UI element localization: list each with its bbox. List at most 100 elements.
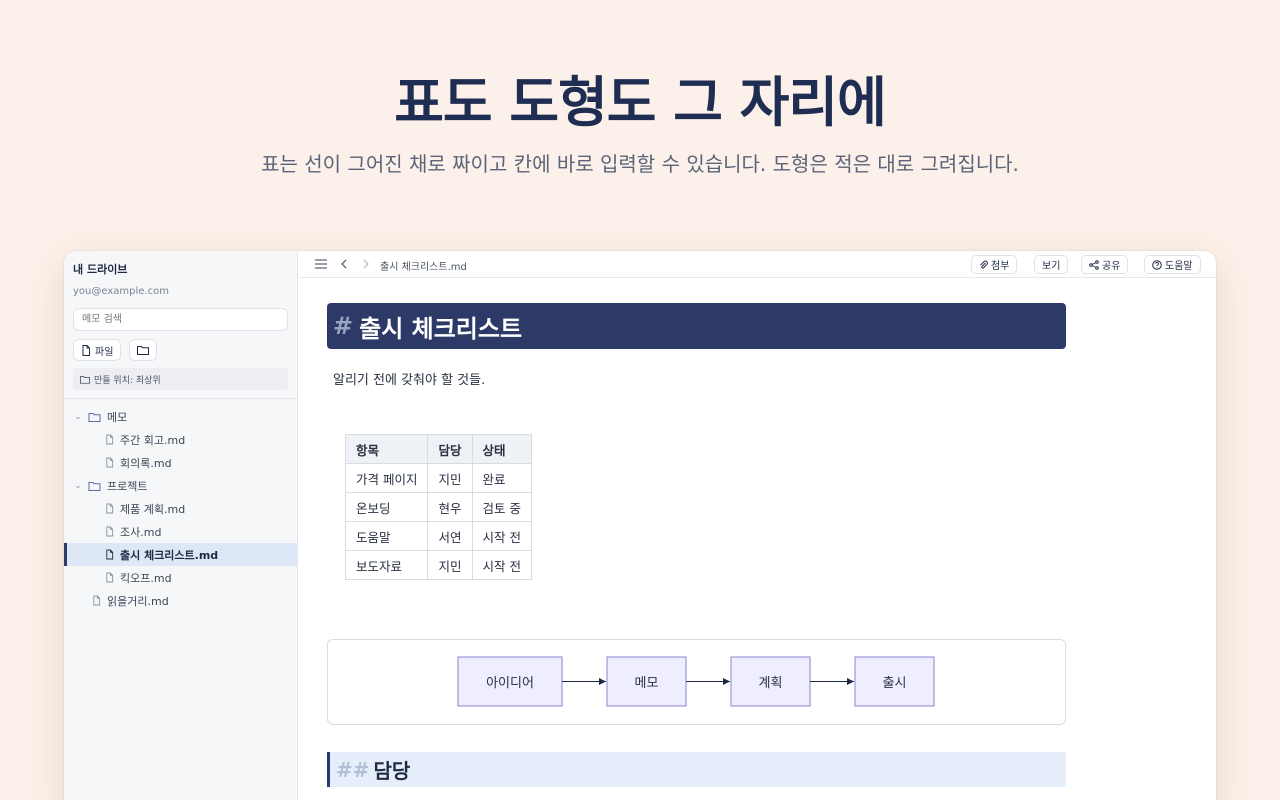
folder-icon	[88, 412, 101, 422]
create-location-label: 만들 위치: 최상위	[94, 375, 161, 386]
tree-item-label: 프로젝트	[107, 479, 148, 493]
new-file-label: 파일	[95, 346, 114, 358]
table-cell[interactable]: 온보딩	[344, 492, 429, 522]
hero-subtitle: 표는 선이 그어진 채로 짜이고 칸에 바로 입력할 수 있습니다. 도형은 적…	[261, 152, 1019, 176]
tree-file[interactable]: 킥오프.md	[64, 566, 298, 589]
heading-marker: #	[333, 312, 354, 340]
tree-file[interactable]: 회의록.md	[64, 451, 298, 474]
flow-node: 메모	[606, 656, 687, 707]
file-icon	[106, 572, 114, 583]
table-cell[interactable]: 보도자료	[344, 550, 429, 580]
table-cell[interactable]: 검토 중	[471, 492, 532, 522]
tree-item-label: 조사.md	[120, 525, 162, 539]
tree-file[interactable]: 주간 회고.md	[64, 428, 298, 451]
table-header-cell[interactable]: 상태	[471, 434, 532, 464]
breadcrumb: 출시 체크리스트.md	[380, 262, 467, 273]
sidebar-divider	[64, 398, 298, 399]
folder-icon	[80, 375, 90, 384]
heading-1[interactable]: # 출시 체크리스트	[327, 303, 1066, 349]
view-label: 보기	[1042, 261, 1061, 272]
attach-label: 첨부	[991, 261, 1010, 272]
help-button[interactable]: 도움말	[1144, 255, 1201, 274]
view-button[interactable]: 보기	[1034, 255, 1069, 274]
share-icon	[1089, 259, 1099, 270]
hero-title: 표도 도형도 그 자리에	[394, 71, 887, 134]
table-row: 가격 페이지 지민 완료	[344, 463, 532, 493]
menu-icon[interactable]	[314, 257, 328, 271]
new-file-button[interactable]: 파일	[73, 339, 122, 361]
paperclip-icon	[980, 260, 988, 269]
table-cell[interactable]: 서연	[427, 521, 473, 551]
heading-2[interactable]: ## 담당	[327, 752, 1066, 787]
file-icon	[93, 595, 101, 606]
flow-node: 출시	[854, 656, 935, 707]
table-row: 도움말 서연 시작 전	[344, 521, 532, 551]
help-label: 도움말	[1165, 261, 1193, 272]
main-area: 출시 체크리스트.md 첨부 보기 공유 도움말 # 출시 체크리스트 알리기 …	[299, 251, 1216, 800]
sidebar: 내 드라이브 you@example.com 파일 만들 위치: 최상위 ⌄ 메…	[64, 251, 298, 800]
table-cell[interactable]: 지민	[427, 550, 473, 580]
file-icon	[82, 344, 90, 356]
flow-diagram-svg: 아이디어 메모 계획 출시	[457, 656, 935, 707]
table-row: 온보딩 현우 검토 중	[344, 492, 532, 522]
topbar: 출시 체크리스트.md 첨부 보기 공유 도움말	[299, 251, 1216, 278]
forward-icon[interactable]	[359, 257, 373, 271]
folder-icon	[137, 346, 149, 355]
attach-button[interactable]: 첨부	[971, 255, 1018, 274]
heading-marker: ##	[336, 757, 370, 782]
flow-node-label: 출시	[883, 676, 907, 691]
table-header-cell[interactable]: 항목	[344, 434, 429, 464]
share-label: 공유	[1102, 261, 1121, 272]
intro-paragraph[interactable]: 알리기 전에 갖춰야 할 것들.	[333, 369, 485, 388]
tree-file[interactable]: 조사.md	[64, 520, 298, 543]
file-icon	[106, 503, 114, 514]
drive-title: 내 드라이브	[73, 263, 128, 276]
flow-node: 계획	[730, 656, 811, 707]
tree-item-label: 제품 계획.md	[120, 502, 186, 516]
new-folder-button[interactable]	[129, 339, 157, 361]
table-cell[interactable]: 도움말	[344, 521, 429, 551]
table-cell[interactable]: 완료	[471, 463, 532, 493]
file-tree: ⌄ 메모 주간 회고.md 회의록.md ⌄ 프로젝트 제품 계획.md 조사.…	[64, 405, 298, 612]
back-icon[interactable]	[337, 257, 351, 271]
tree-item-label: 주간 회고.md	[120, 433, 186, 447]
flow-node-label: 메모	[635, 676, 659, 691]
chevron-down-icon[interactable]: ⌄	[73, 481, 83, 491]
tree-file[interactable]: 읽을거리.md	[64, 589, 298, 612]
file-icon	[106, 457, 114, 468]
flow-node: 아이디어	[457, 656, 563, 707]
flow-node-label: 계획	[759, 676, 783, 691]
table-cell[interactable]: 지민	[427, 463, 473, 493]
tree-file-active[interactable]: 출시 체크리스트.md	[64, 543, 298, 566]
heading-2-text: 담당	[373, 759, 411, 783]
create-location: 만들 위치: 최상위	[73, 368, 288, 390]
user-email: you@example.com	[73, 286, 169, 297]
tree-item-label: 읽을거리.md	[107, 594, 169, 608]
chevron-down-icon[interactable]: ⌄	[73, 412, 83, 422]
tree-folder-memo[interactable]: ⌄ 메모	[64, 405, 298, 428]
table-cell[interactable]: 시작 전	[471, 550, 532, 580]
tree-folder-project[interactable]: ⌄ 프로젝트	[64, 474, 298, 497]
folder-icon	[88, 481, 101, 491]
table-header-row: 항목 담당 상태	[344, 434, 532, 464]
flow-node-label: 아이디어	[486, 676, 534, 691]
app-window: 내 드라이브 you@example.com 파일 만들 위치: 최상위 ⌄ 메…	[64, 251, 1216, 800]
search-input[interactable]	[73, 308, 288, 331]
table-cell[interactable]: 시작 전	[471, 521, 532, 551]
status-table: 항목 담당 상태 가격 페이지 지민 완료 온보딩 현우 검토 중 도움말 서연…	[344, 434, 532, 580]
file-icon	[106, 434, 114, 445]
file-icon	[106, 549, 114, 560]
table-row: 보도자료 지민 시작 전	[344, 550, 532, 580]
tree-item-label: 출시 체크리스트.md	[120, 548, 219, 562]
tree-item-label: 킥오프.md	[120, 571, 172, 585]
share-button[interactable]: 공유	[1081, 255, 1129, 274]
flow-diagram[interactable]: 아이디어 메모 계획 출시	[327, 639, 1066, 725]
table-header-cell[interactable]: 담당	[427, 434, 473, 464]
table-cell[interactable]: 현우	[427, 492, 473, 522]
heading-1-text: 출시 체크리스트	[359, 314, 523, 343]
tree-file[interactable]: 제품 계획.md	[64, 497, 298, 520]
table-cell[interactable]: 가격 페이지	[344, 463, 429, 493]
tree-item-label: 회의록.md	[120, 456, 172, 470]
help-icon	[1152, 259, 1162, 270]
file-icon	[106, 526, 114, 537]
